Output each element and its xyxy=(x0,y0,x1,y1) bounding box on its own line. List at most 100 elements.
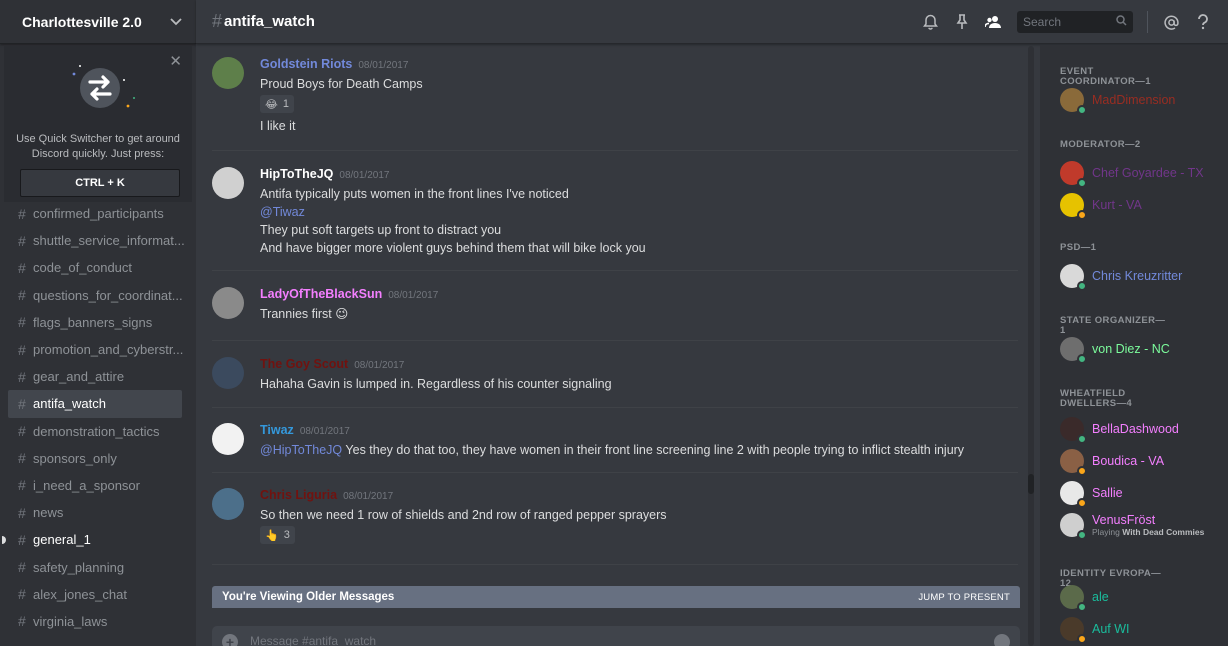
channel-item[interactable]: # promotion_and_cyberstr... xyxy=(0,336,196,363)
message-text: Yes they do that too, they have women in… xyxy=(345,443,965,457)
member-item[interactable]: MadDimension xyxy=(1060,86,1226,115)
avatar[interactable] xyxy=(212,167,244,199)
channel-title: # antifa_watch xyxy=(212,11,315,32)
scrollbar[interactable] xyxy=(1028,46,1034,646)
channel-sidebar: Charlottesville 2.0 ✕ Use Quick Switcher… xyxy=(0,0,196,646)
search-placeholder: Search xyxy=(1023,15,1062,29)
status-indicator xyxy=(1077,105,1087,115)
hash-icon: # xyxy=(18,368,26,385)
member-item[interactable]: Boudica - VA xyxy=(1060,447,1226,476)
upload-plus-icon[interactable]: + xyxy=(222,634,238,646)
message-timestamp: 08/01/2017 xyxy=(343,491,394,502)
avatar[interactable] xyxy=(212,488,244,520)
server-header[interactable]: Charlottesville 2.0 xyxy=(0,0,196,44)
channel-item[interactable]: # confirmed_participants xyxy=(0,200,196,227)
avatar[interactable] xyxy=(212,287,244,319)
message-author[interactable]: Chris Liguria xyxy=(260,488,337,502)
avatar[interactable] xyxy=(212,57,244,89)
message-author[interactable]: LadyOfTheBlackSun xyxy=(260,287,382,301)
older-messages-text: You're Viewing Older Messages xyxy=(222,591,395,603)
member-item[interactable]: VenusFröst Playing With Dead Commies xyxy=(1060,511,1226,540)
status-indicator xyxy=(1077,466,1087,476)
search-input[interactable]: Search xyxy=(1017,11,1133,33)
channel-item[interactable]: # shuttle_service_informat... xyxy=(0,227,196,254)
channel-list: # confirmed_participants # shuttle_service_… xyxy=(0,200,196,635)
channel-item[interactable]: # demonstration_tactics xyxy=(0,418,196,445)
close-icon[interactable]: ✕ xyxy=(169,52,182,70)
jump-to-present-button[interactable]: JUMP TO PRESENT xyxy=(918,592,1010,603)
emoji-picker-icon[interactable] xyxy=(994,634,1010,646)
status-indicator xyxy=(1077,281,1087,291)
message-line: Hahaha Gavin is lumped in. Regardless of… xyxy=(260,377,612,391)
member-name: Boudica - VA xyxy=(1092,454,1165,468)
channel-item[interactable]: # safety_planning xyxy=(0,553,196,580)
message-line: I like it xyxy=(260,119,296,133)
message-line: @HipToTheJQ Yes they do that too, they h… xyxy=(260,441,1018,459)
header-toolbar: Search xyxy=(921,0,1212,44)
member-item[interactable]: ale xyxy=(1060,583,1226,612)
channel-item[interactable]: # code_of_conduct xyxy=(0,254,196,281)
hash-icon: # xyxy=(18,232,26,249)
member-item[interactable]: Auf WI xyxy=(1060,615,1226,644)
user-mention[interactable]: @Tiwaz xyxy=(260,203,1018,221)
reaction-button[interactable]: 👆 3 xyxy=(260,526,295,544)
role-header: MODERATOR—2 xyxy=(1060,139,1141,150)
avatar xyxy=(1060,161,1087,188)
user-mention[interactable]: @HipToTheJQ xyxy=(260,443,342,457)
scrollbar-thumb[interactable] xyxy=(1028,474,1034,494)
channel-label: gear_and_attire xyxy=(33,369,125,385)
member-item[interactable]: BellaDashwood xyxy=(1060,415,1226,444)
member-item[interactable]: Kurt - VA xyxy=(1060,191,1226,220)
avatar[interactable] xyxy=(212,423,244,455)
message-input[interactable] xyxy=(250,634,982,646)
channel-item[interactable]: # i_need_a_sponsor xyxy=(0,472,196,499)
members-icon[interactable] xyxy=(985,13,1003,31)
message-timestamp: 08/01/2017 xyxy=(299,426,350,437)
channel-item[interactable]: # news xyxy=(0,499,196,526)
message-timestamp: 08/01/2017 xyxy=(388,290,439,301)
message-author[interactable]: Goldstein Riots xyxy=(260,57,352,71)
channel-label: alex_jones_chat xyxy=(33,586,127,602)
channel-item[interactable]: # sponsors_only xyxy=(0,445,196,472)
member-item[interactable]: Chris Kreuzritter xyxy=(1060,262,1226,291)
channel-item[interactable]: # general_1 xyxy=(0,526,196,553)
bell-icon[interactable] xyxy=(921,13,939,31)
message-author[interactable]: The Goy Scout xyxy=(260,357,348,371)
channel-item[interactable]: # questions_for_coordinat... xyxy=(0,282,196,309)
member-item[interactable]: Sallie xyxy=(1060,479,1226,508)
channel-name: antifa_watch xyxy=(224,13,315,30)
role-header: STATE ORGANIZER—1 xyxy=(1060,315,1166,336)
hash-icon: # xyxy=(18,205,26,222)
message-author[interactable]: HipToTheJQ xyxy=(260,167,333,181)
channel-item[interactable]: # gear_and_attire xyxy=(0,363,196,390)
toolbar-divider xyxy=(1147,11,1148,33)
member-name: BellaDashwood xyxy=(1092,422,1179,436)
member-name: VenusFröst xyxy=(1092,513,1156,527)
message-author[interactable]: Tiwaz xyxy=(260,423,294,437)
channel-item[interactable]: # alex_jones_chat xyxy=(0,581,196,608)
message: Chris Liguria 08/01/2017 So then we need 1… xyxy=(212,488,1018,548)
member-list: EVENT COORDINATOR—1 MadDimension MODERATOR… xyxy=(1040,45,1228,646)
channel-item[interactable]: # flags_banners_signs xyxy=(0,309,196,336)
help-icon[interactable] xyxy=(1194,13,1212,31)
member-name: MadDimension xyxy=(1092,93,1176,107)
hash-icon: # xyxy=(18,287,26,304)
message-line: They put soft targets up front to distra… xyxy=(260,223,502,237)
reaction-button[interactable]: 😂 1 xyxy=(260,95,294,113)
hash-icon: # xyxy=(18,531,26,548)
chevron-down-icon[interactable] xyxy=(170,15,182,29)
activity-prefix: Playing xyxy=(1092,527,1123,537)
status-indicator xyxy=(1077,498,1087,508)
hash-icon: # xyxy=(18,341,26,358)
member-item[interactable]: Chef Goyardee - TX xyxy=(1060,159,1226,188)
at-icon[interactable] xyxy=(1162,13,1180,31)
pin-icon[interactable] xyxy=(953,13,971,31)
avatar[interactable] xyxy=(212,357,244,389)
channel-item[interactable]: # antifa_watch xyxy=(8,390,182,418)
channel-item[interactable]: # virginia_laws xyxy=(0,608,196,635)
message-line: Proud Boys for Death Camps xyxy=(260,77,423,91)
role-header: PSD—1 xyxy=(1060,242,1097,253)
channel-label: i_need_a_sponsor xyxy=(33,477,140,493)
member-item[interactable]: von Diez - NC xyxy=(1060,335,1226,364)
activity-name: With Dead Commies xyxy=(1122,527,1205,537)
